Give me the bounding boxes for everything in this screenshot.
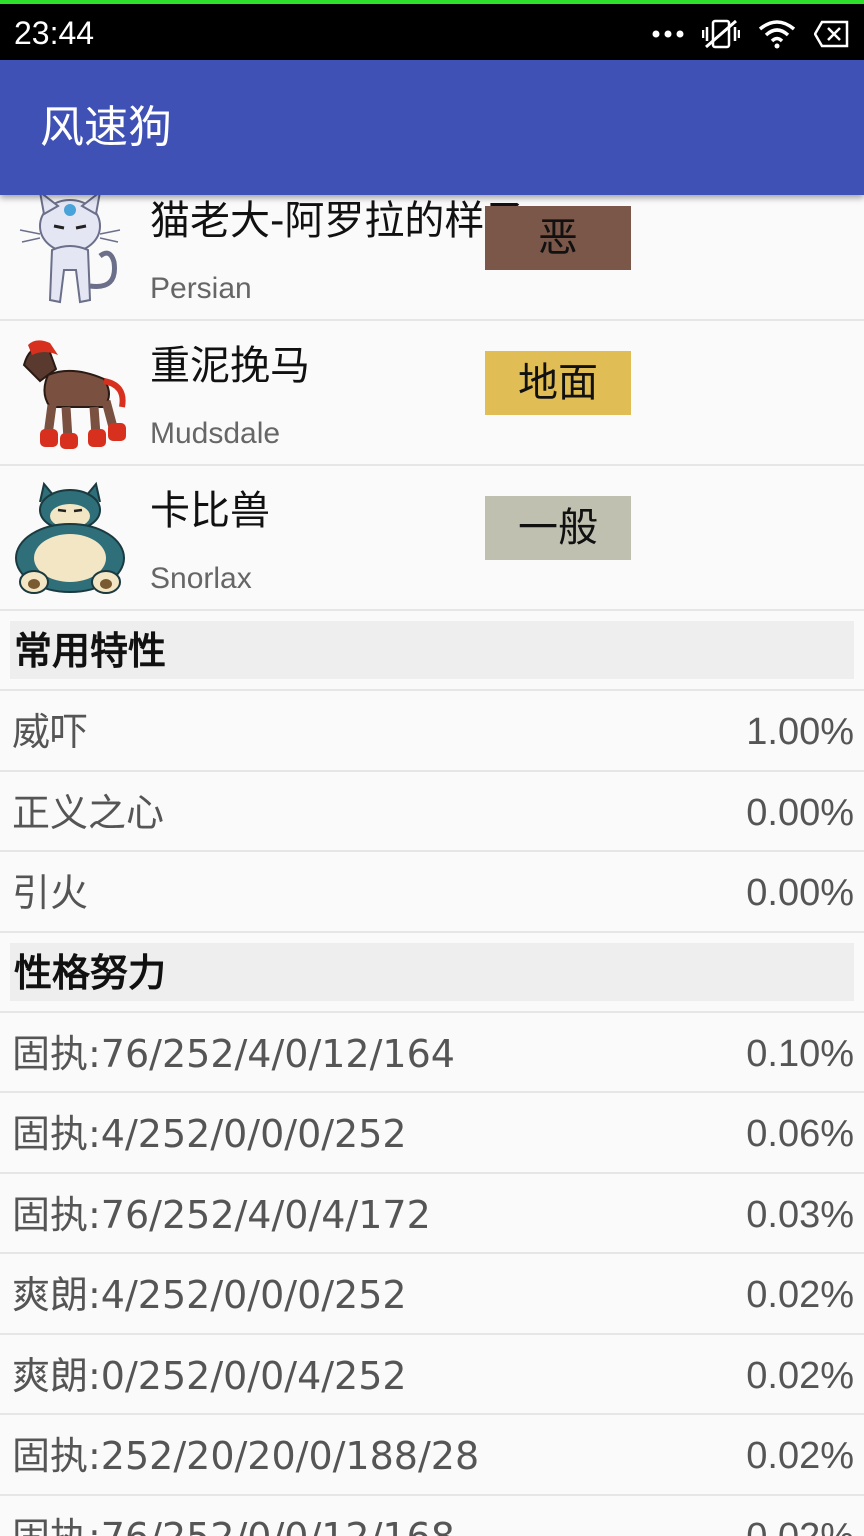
nature-label: 固执:76/252/0/0/12/168 bbox=[12, 1514, 455, 1536]
wifi-icon bbox=[758, 20, 796, 49]
ability-label: 引火 bbox=[12, 871, 89, 915]
nature-row[interactable]: 固执:4/252/0/0/0/252 0.06% bbox=[0, 1093, 864, 1174]
nature-row[interactable]: 固执:76/252/0/0/12/168 0.02% bbox=[0, 1496, 864, 1536]
nature-label: 固执:76/252/4/0/12/164 bbox=[12, 1031, 455, 1076]
page-title: 风速狗 bbox=[40, 102, 172, 153]
ability-label: 正义之心 bbox=[12, 790, 165, 835]
ability-row[interactable]: 威吓 1.00% bbox=[0, 691, 864, 772]
nature-label: 固执:76/252/4/0/4/172 bbox=[12, 1192, 431, 1237]
mudsdale-sprite bbox=[22, 340, 126, 449]
nature-label: 爽朗:4/252/0/0/0/252 bbox=[12, 1273, 407, 1317]
nature-value: 0.10% bbox=[746, 1032, 854, 1075]
pokemon-name-en: Mudsdale bbox=[150, 417, 281, 450]
persian-alola-sprite bbox=[19, 190, 121, 304]
pokemon-name-cn: 重泥挽马 bbox=[150, 343, 310, 389]
ability-value: 0.00% bbox=[746, 872, 854, 914]
nature-row[interactable]: 固执:76/252/4/0/4/172 0.03% bbox=[0, 1174, 864, 1254]
nature-row[interactable]: 爽朗:0/252/0/0/4/252 0.02% bbox=[0, 1335, 864, 1415]
app-bar: 风速狗 bbox=[0, 60, 864, 195]
nature-row[interactable]: 固执:76/252/4/0/12/164 0.10% bbox=[0, 1013, 864, 1093]
status-time: 23:44 bbox=[14, 15, 95, 51]
nature-label: 爽朗:0/252/0/0/4/252 bbox=[12, 1353, 407, 1398]
pokemon-name-cn: 卡比兽 bbox=[150, 488, 270, 534]
natures-section: 性格努力 bbox=[0, 933, 864, 1013]
pokemon-row-persian[interactable]: 猫老大-阿罗拉的样子 Persian 恶 bbox=[0, 176, 864, 321]
pokemon-row-snorlax[interactable]: 卡比兽 Snorlax 一般 bbox=[0, 466, 864, 611]
nature-value: 0.02% bbox=[746, 1274, 854, 1316]
nature-label: 固执:4/252/0/0/0/252 bbox=[12, 1112, 407, 1156]
nature-row[interactable]: 爽朗:4/252/0/0/0/252 0.02% bbox=[0, 1254, 864, 1335]
ability-row[interactable]: 正义之心 0.00% bbox=[0, 772, 864, 852]
section-header: 常用特性 bbox=[10, 621, 854, 679]
status-icons bbox=[652, 16, 850, 52]
nature-label: 固执:252/20/20/0/188/28 bbox=[12, 1434, 480, 1478]
ability-value: 0.00% bbox=[746, 791, 854, 834]
section-header: 性格努力 bbox=[10, 942, 854, 1001]
ability-label: 威吓 bbox=[12, 710, 89, 754]
more-dots-icon bbox=[652, 30, 684, 38]
abilities-section: 常用特性 bbox=[0, 611, 864, 691]
pokemon-name-cn: 猫老大-阿罗拉的样子 bbox=[150, 198, 525, 244]
battery-icon bbox=[814, 20, 849, 48]
ability-row[interactable]: 引火 0.00% bbox=[0, 852, 864, 933]
snorlax-sprite bbox=[15, 481, 125, 594]
nature-value: 0.02% bbox=[746, 1514, 854, 1536]
pokemon-name-en: Persian bbox=[150, 272, 252, 305]
nature-value: 0.03% bbox=[746, 1193, 854, 1236]
type-badge: 地面 bbox=[485, 351, 631, 415]
vibrate-off-icon bbox=[702, 19, 740, 49]
ability-value: 1.00% bbox=[746, 711, 854, 753]
nature-value: 0.02% bbox=[746, 1435, 854, 1477]
nature-value: 0.06% bbox=[746, 1113, 854, 1155]
status-bar: 23:44 bbox=[0, 0, 864, 60]
nature-row[interactable]: 固执:252/20/20/0/188/28 0.02% bbox=[0, 1415, 864, 1496]
content-list[interactable]: 猫老大-阿罗拉的样子 Persian 恶 重泥挽马 Mudsdale 地面 卡比… bbox=[0, 176, 864, 1536]
type-badge: 一般 bbox=[485, 496, 631, 560]
type-badge: 恶 bbox=[485, 206, 631, 270]
pokemon-name-en: Snorlax bbox=[150, 562, 252, 595]
pokemon-row-mudsdale[interactable]: 重泥挽马 Mudsdale 地面 bbox=[0, 321, 864, 466]
nature-value: 0.02% bbox=[746, 1354, 854, 1397]
